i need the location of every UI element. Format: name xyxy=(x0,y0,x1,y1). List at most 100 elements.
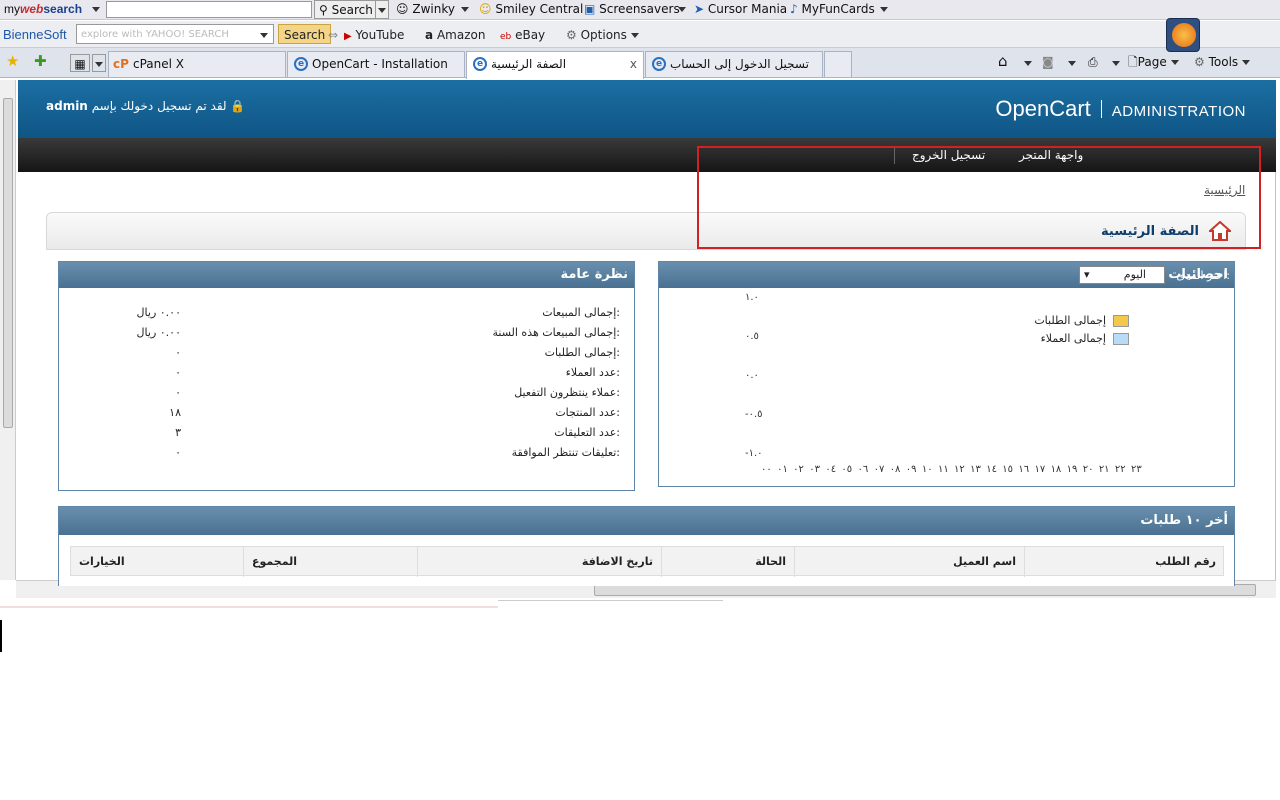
overview-value: ٠ xyxy=(175,446,181,459)
chevron-down-icon[interactable] xyxy=(92,0,100,20)
orders-table-header: رقم الطلب اسم العميل الحالة تاريخ الاضاف… xyxy=(70,546,1224,577)
x-tick-label: ٠١ xyxy=(777,464,788,475)
quick-tabs-icon[interactable]: ▦ xyxy=(70,54,90,72)
screensavers-dropdown[interactable] xyxy=(678,0,686,20)
x-tick-label: ٢٣ xyxy=(1131,464,1142,475)
overview-value: ٠ xyxy=(175,366,181,379)
col-customer[interactable]: اسم العميل xyxy=(794,547,1024,577)
col-total[interactable]: المجموع xyxy=(243,547,417,577)
x-tick-label: ١٧ xyxy=(1034,464,1046,475)
stats-panel: احصائيات اختر المدى: اليوم ▾ إجمالى الطلب… xyxy=(658,261,1235,487)
vertical-scrollbar[interactable] xyxy=(0,80,16,580)
feeds-dropdown[interactable] xyxy=(1068,54,1076,74)
card-icon: ♪ xyxy=(790,2,798,16)
magnifier-icon: ⚲ xyxy=(319,3,328,17)
text-cursor xyxy=(0,620,2,652)
print-dropdown[interactable] xyxy=(1112,54,1120,74)
toolbar-link-ebay[interactable]: eb eBay xyxy=(500,25,545,45)
print-icon[interactable]: ⎙ xyxy=(1088,53,1098,73)
y-tick-label: -٠.٥ xyxy=(745,409,763,420)
page-menu[interactable]: 🗋Page xyxy=(1128,53,1179,73)
lock-icon: 🔒 xyxy=(230,99,246,113)
monitor-icon: ▣ xyxy=(584,2,596,16)
x-tick-label: ١٢ xyxy=(954,464,965,475)
tab-opencart-installation[interactable]: e OpenCart - Installation xyxy=(287,51,465,77)
col-status[interactable]: الحالة xyxy=(661,547,794,577)
x-tick-label: ١١ xyxy=(937,464,949,475)
toolbar-link-youtube[interactable]: ▶ YouTube xyxy=(344,25,404,45)
overview-value: ٠.٠٠ ريال xyxy=(136,306,181,319)
tab-home-active[interactable]: e الصفة الرئيسية x xyxy=(466,51,644,79)
gear-icon: ⚙ xyxy=(566,28,577,42)
opencart-logo[interactable]: OpenCart ADMINISTRATION xyxy=(995,96,1246,122)
overview-label: تعليقات تنتظر الموافقة: xyxy=(511,446,620,459)
myfuncards-dropdown[interactable] xyxy=(880,0,888,20)
zwinky-dropdown[interactable] xyxy=(461,0,469,20)
ie-icon: e xyxy=(294,57,308,71)
yahoo-search-input[interactable]: explore with YAHOO! SEARCH xyxy=(76,24,274,44)
amazon-icon: a xyxy=(425,28,434,42)
col-actions[interactable]: الخيارات xyxy=(71,547,243,577)
vertical-scroll-thumb[interactable] xyxy=(3,98,13,428)
x-tick-label: ١٠ xyxy=(921,464,933,475)
x-tick-label: ١٦ xyxy=(1018,464,1030,475)
mywebsearch-input[interactable] xyxy=(106,1,312,18)
biennesoft-logo: BienneSoft xyxy=(3,27,67,42)
feeds-icon[interactable]: ◙ xyxy=(1042,53,1054,73)
range-select[interactable]: اليوم ▾ xyxy=(1079,266,1165,284)
toolbar-link-zwinky[interactable]: ☺ Zwinky xyxy=(396,0,455,20)
home-icon[interactable]: ⌂ xyxy=(998,52,1008,72)
x-tick-label: ٠٤ xyxy=(825,464,837,475)
tab-login[interactable]: e تسجيل الدخول إلى الحساب xyxy=(645,51,823,77)
chevron-down-icon: ▾ xyxy=(1084,268,1090,281)
toolbar-avatar-icon[interactable] xyxy=(1166,18,1200,52)
overview-value: ٠ xyxy=(175,346,181,359)
browser-toolbar-yahoo: BienneSoft explore with YAHOO! SEARCH Se… xyxy=(0,21,1280,48)
logged-in-status: admin لقد تم تسجيل دخولك بإسم 🔒 xyxy=(46,99,246,113)
home-dropdown[interactable] xyxy=(1024,54,1032,74)
x-tick-label: ٠٣ xyxy=(809,464,820,475)
toolbar-link-screensavers[interactable]: ▣ Screensavers xyxy=(584,0,680,20)
col-order-id[interactable]: رقم الطلب xyxy=(1024,547,1224,577)
new-tab-button[interactable] xyxy=(824,51,852,77)
highlight-annotation-box xyxy=(697,146,1261,249)
yahoo-search-button[interactable]: Search xyxy=(278,24,332,44)
x-tick-label: ٠٠ xyxy=(761,464,772,475)
overview-label: إجمالى المبيعات: xyxy=(542,306,620,319)
y-tick-label: ٠.٠ xyxy=(745,370,759,381)
toolbar-options[interactable]: ⚙ Options xyxy=(566,25,639,45)
favorites-star-icon[interactable]: ★ xyxy=(6,52,19,72)
browser-toolbar-mywebsearch: mywebsearch ⚲ Search ☺ Zwinky ☺ Smiley C… xyxy=(0,0,1280,20)
overview-label: عدد التعليقات: xyxy=(554,426,620,439)
x-tick-label: ٢٠ xyxy=(1082,464,1094,475)
ie-icon: e xyxy=(473,57,487,71)
overview-value: ١٨ xyxy=(169,406,181,419)
overview-panel: نظرة عامة إجمالى المبيعات: ٠.٠٠ ريال إجمال… xyxy=(58,261,635,491)
tab-list-dropdown[interactable] xyxy=(92,54,106,72)
tab-cpanel[interactable]: cP cPanel X xyxy=(108,51,286,77)
y-tick-label: -١.٠ xyxy=(745,448,763,459)
latest-orders-header: أخر ١٠ طلبات xyxy=(59,507,1234,535)
y-tick-label: ١.٠ xyxy=(745,292,759,303)
tools-menu[interactable]: ⚙ Tools xyxy=(1194,53,1250,73)
overview-label: إجمالى الطلبات: xyxy=(544,346,620,359)
toolbar-link-amazon[interactable]: a Amazon xyxy=(425,25,485,45)
mywebsearch-search-button[interactable]: ⚲ Search xyxy=(314,0,378,19)
col-date-added[interactable]: تاريخ الاضافة xyxy=(417,547,661,577)
youtube-icon: ▶ xyxy=(344,31,352,42)
toolbar-link-myfuncards[interactable]: ♪ MyFunCards xyxy=(790,0,875,20)
x-tick-label: ٠٧ xyxy=(873,464,885,475)
x-tick-label: ١٨ xyxy=(1050,464,1062,475)
search-options-dropdown[interactable] xyxy=(375,0,389,19)
toolbar-link-smiley-central[interactable]: ☺ Smiley Central xyxy=(479,0,583,20)
x-tick-label: ٠٥ xyxy=(841,464,853,475)
overview-label: إجمالى المبيعات هذه السنة: xyxy=(492,326,621,339)
toolbar-link-cursor-mania[interactable]: ➤ Cursor Mania xyxy=(694,0,787,20)
arrows-icon: ⇔ xyxy=(328,28,339,42)
yahoo-dropdown[interactable] xyxy=(260,25,268,45)
gear-icon: ⚙ xyxy=(1194,55,1205,69)
add-favorite-icon[interactable]: ✚ xyxy=(34,52,47,72)
admin-header: admin لقد تم تسجيل دخولك بإسم 🔒 OpenCart… xyxy=(18,80,1276,138)
legend-label: إجمالى العملاء xyxy=(1040,332,1106,345)
close-tab-icon[interactable]: x xyxy=(630,52,637,76)
